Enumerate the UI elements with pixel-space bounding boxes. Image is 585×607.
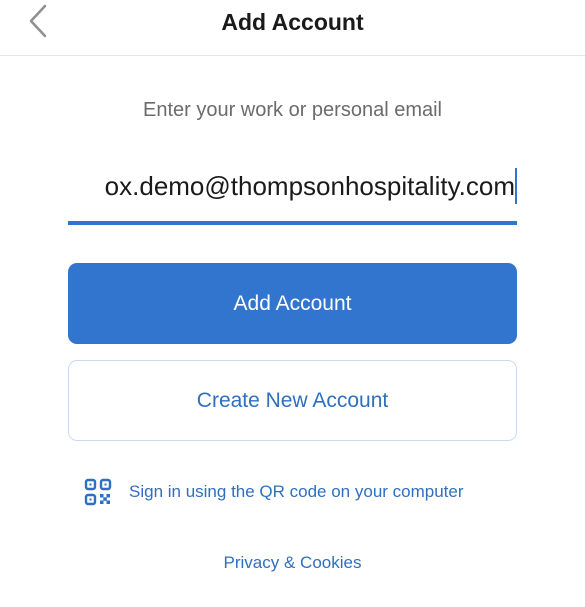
- email-field-underline: [68, 221, 517, 225]
- add-account-button[interactable]: Add Account: [68, 263, 517, 344]
- email-prompt: Enter your work or personal email: [142, 99, 442, 121]
- add-account-button-label: Add Account: [233, 291, 352, 315]
- create-new-account-button-label: Create New Account: [196, 388, 389, 412]
- text-caret: [515, 168, 517, 204]
- email-field[interactable]: ox.demo@thompsonhospitality.com: [68, 163, 517, 225]
- page-title: Add Account: [221, 9, 364, 35]
- add-account-screen: Add Account Enter your work or personal …: [0, 0, 585, 607]
- create-new-account-button[interactable]: Create New Account: [68, 360, 517, 441]
- qr-sign-in-label: Sign in using the QR code on your comput…: [129, 482, 464, 501]
- qr-code-icon: [84, 478, 112, 506]
- navigation-bar: Add Account: [0, 0, 585, 56]
- privacy-cookies-link[interactable]: Privacy & Cookies: [224, 553, 362, 572]
- email-input-value: ox.demo@thompsonhospitality.com: [104, 171, 515, 201]
- privacy-row: Privacy & Cookies: [0, 552, 585, 574]
- qr-sign-in-link[interactable]: Sign in using the QR code on your comput…: [84, 477, 464, 507]
